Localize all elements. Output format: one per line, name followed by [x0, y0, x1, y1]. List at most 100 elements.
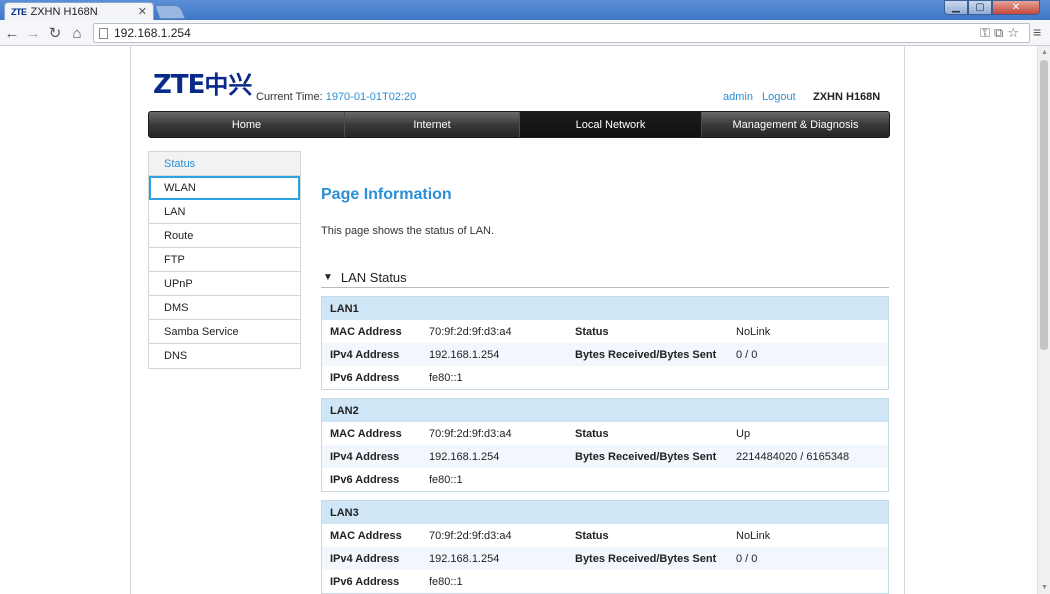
logout-link[interactable]: Logout [762, 91, 796, 103]
mac-label: MAC Address [330, 427, 402, 440]
zte-logo: ZTE中兴 [153, 72, 252, 98]
mac-label: MAC Address [330, 325, 402, 338]
lan-name: LAN1 [322, 297, 888, 320]
browser-toolbar: ← → ↻ ⌂ 192.168.1.254 ⚿ ⧉ ☆ ≡ [0, 20, 1050, 46]
translate-icon[interactable]: ⧉ [994, 25, 1003, 41]
browser-tab[interactable]: ZTE ZXHN H168N ✕ [4, 2, 154, 20]
ipv4-value: 192.168.1.254 [429, 348, 500, 361]
bytes-value: 2214484020 / 6165348 [736, 450, 850, 463]
main-nav: Home Internet Local Network Management &… [148, 111, 890, 138]
scrollbar-thumb[interactable] [1040, 60, 1048, 350]
menu-icon[interactable]: ≡ [1033, 24, 1041, 40]
page-description: This page shows the status of LAN. [321, 225, 495, 237]
bytes-value: 0 / 0 [736, 348, 758, 361]
close-tab-icon[interactable]: ✕ [138, 5, 147, 18]
lan-name: LAN3 [322, 501, 888, 524]
new-tab-button[interactable] [154, 5, 186, 19]
bytes-label: Bytes Received/Bytes Sent [575, 450, 717, 463]
close-window-button[interactable]: ✕ [992, 0, 1040, 15]
sidebar-item-route[interactable]: Route [149, 224, 300, 248]
sidebar-item-upnp[interactable]: UPnP [149, 272, 300, 296]
ipv4-label: IPv4 Address [330, 552, 400, 565]
lan-row: MAC Address 70:9f:2d:9f:d3:a4 Status NoL… [322, 320, 888, 343]
main-content: Page Information This page shows the sta… [321, 186, 889, 594]
sidebar-item-lan[interactable]: LAN [149, 200, 300, 224]
ipv6-label: IPv6 Address [330, 371, 400, 384]
reload-icon[interactable]: ↻ [46, 24, 64, 42]
lan-row: IPv6 Address fe80::1 [322, 570, 888, 593]
bytes-label: Bytes Received/Bytes Sent [575, 552, 717, 565]
lan-row: IPv6 Address fe80::1 [322, 468, 888, 491]
tab-title: ZXHN H168N [30, 5, 98, 18]
page-viewport: ZTE中兴 Current Time: 1970-01-01T02:20 adm… [0, 46, 1050, 594]
key-icon[interactable]: ⚿ [980, 25, 990, 41]
address-bar[interactable]: 192.168.1.254 ⚿ ⧉ ☆ [93, 23, 1030, 43]
ipv4-label: IPv4 Address [330, 450, 400, 463]
sidebar-item-samba-service[interactable]: Samba Service [149, 320, 300, 344]
ipv6-value: fe80::1 [429, 575, 463, 588]
scroll-down-arrow-icon[interactable]: ▼ [1041, 584, 1048, 591]
logo-cn: 中兴 [204, 71, 253, 99]
model-name: ZXHN H168N [813, 91, 881, 103]
lan-row: IPv6 Address fe80::1 [322, 366, 888, 389]
maximize-button[interactable]: ▢ [968, 0, 992, 15]
ipv4-value: 192.168.1.254 [429, 450, 500, 463]
ipv4-value: 192.168.1.254 [429, 552, 500, 565]
lan-status-section-header[interactable]: ▼ LAN Status [321, 267, 889, 288]
vertical-scrollbar[interactable]: ▲ ▼ [1037, 46, 1050, 594]
mac-value: 70:9f:2d:9f:d3:a4 [429, 427, 512, 440]
ipv4-label: IPv4 Address [330, 348, 400, 361]
current-time: Current Time: 1970-01-01T02:20 [256, 91, 416, 103]
lan-row: MAC Address 70:9f:2d:9f:d3:a4 Status NoL… [322, 524, 888, 547]
ipv6-label: IPv6 Address [330, 473, 400, 486]
page-title: Page Information [321, 186, 452, 203]
lan-card: LAN2 MAC Address 70:9f:2d:9f:d3:a4 Statu… [321, 398, 889, 492]
url-text: 192.168.1.254 [114, 26, 191, 40]
mac-value: 70:9f:2d:9f:d3:a4 [429, 325, 512, 338]
lan-name: LAN2 [322, 399, 888, 422]
sidebar: Status WLAN LAN Route FTP UPnP DMS Samba… [148, 151, 301, 369]
mac-label: MAC Address [330, 529, 402, 542]
status-value: Up [736, 427, 751, 440]
lan-row: MAC Address 70:9f:2d:9f:d3:a4 Status Up [322, 422, 888, 445]
nav-home[interactable]: Home [149, 112, 345, 137]
minimize-button[interactable]: ▁ [944, 0, 968, 15]
status-label: Status [575, 529, 609, 542]
back-arrow-icon[interactable]: ← [3, 24, 21, 42]
lan-row: IPv4 Address 192.168.1.254 Bytes Receive… [322, 547, 888, 570]
page-icon [99, 27, 108, 39]
lan-card: LAN1 MAC Address 70:9f:2d:9f:d3:a4 Statu… [321, 296, 889, 390]
logo-latin: ZTE [153, 70, 205, 100]
scroll-up-arrow-icon[interactable]: ▲ [1041, 49, 1048, 56]
current-time-label: Current Time: [256, 91, 323, 103]
sidebar-item-dms[interactable]: DMS [149, 296, 300, 320]
router-page: ZTE中兴 Current Time: 1970-01-01T02:20 adm… [130, 46, 905, 594]
nav-local-network[interactable]: Local Network [520, 112, 702, 137]
nav-internet[interactable]: Internet [345, 112, 520, 137]
bytes-value: 0 / 0 [736, 552, 758, 565]
bytes-label: Bytes Received/Bytes Sent [575, 348, 717, 361]
home-icon[interactable]: ⌂ [68, 24, 86, 42]
admin-link[interactable]: admin [723, 91, 753, 103]
forward-arrow-icon[interactable]: → [24, 24, 42, 42]
star-icon[interactable]: ☆ [1007, 25, 1019, 41]
sidebar-item-dns[interactable]: DNS [149, 344, 300, 368]
lan-row: IPv4 Address 192.168.1.254 Bytes Receive… [322, 343, 888, 366]
sidebar-item-status[interactable]: Status [149, 152, 300, 176]
nav-management-diagnosis[interactable]: Management & Diagnosis [702, 112, 889, 137]
sidebar-item-wlan[interactable]: WLAN [149, 176, 300, 200]
collapse-triangle-icon[interactable]: ▼ [323, 272, 333, 283]
current-time-value: 1970-01-01T02:20 [325, 91, 417, 103]
status-label: Status [575, 325, 609, 338]
sidebar-item-ftp[interactable]: FTP [149, 248, 300, 272]
ipv6-value: fe80::1 [429, 473, 463, 486]
status-label: Status [575, 427, 609, 440]
lan-row: IPv4 Address 192.168.1.254 Bytes Receive… [322, 445, 888, 468]
user-links: admin Logout [723, 91, 802, 103]
browser-tabstrip: ZTE ZXHN H168N ✕ ▁ ▢ ✕ [0, 0, 1050, 20]
zte-favicon-icon: ZTE [11, 6, 27, 17]
lan-card: LAN3 MAC Address 70:9f:2d:9f:d3:a4 Statu… [321, 500, 889, 594]
ipv6-value: fe80::1 [429, 371, 463, 384]
ipv6-label: IPv6 Address [330, 575, 400, 588]
mac-value: 70:9f:2d:9f:d3:a4 [429, 529, 512, 542]
